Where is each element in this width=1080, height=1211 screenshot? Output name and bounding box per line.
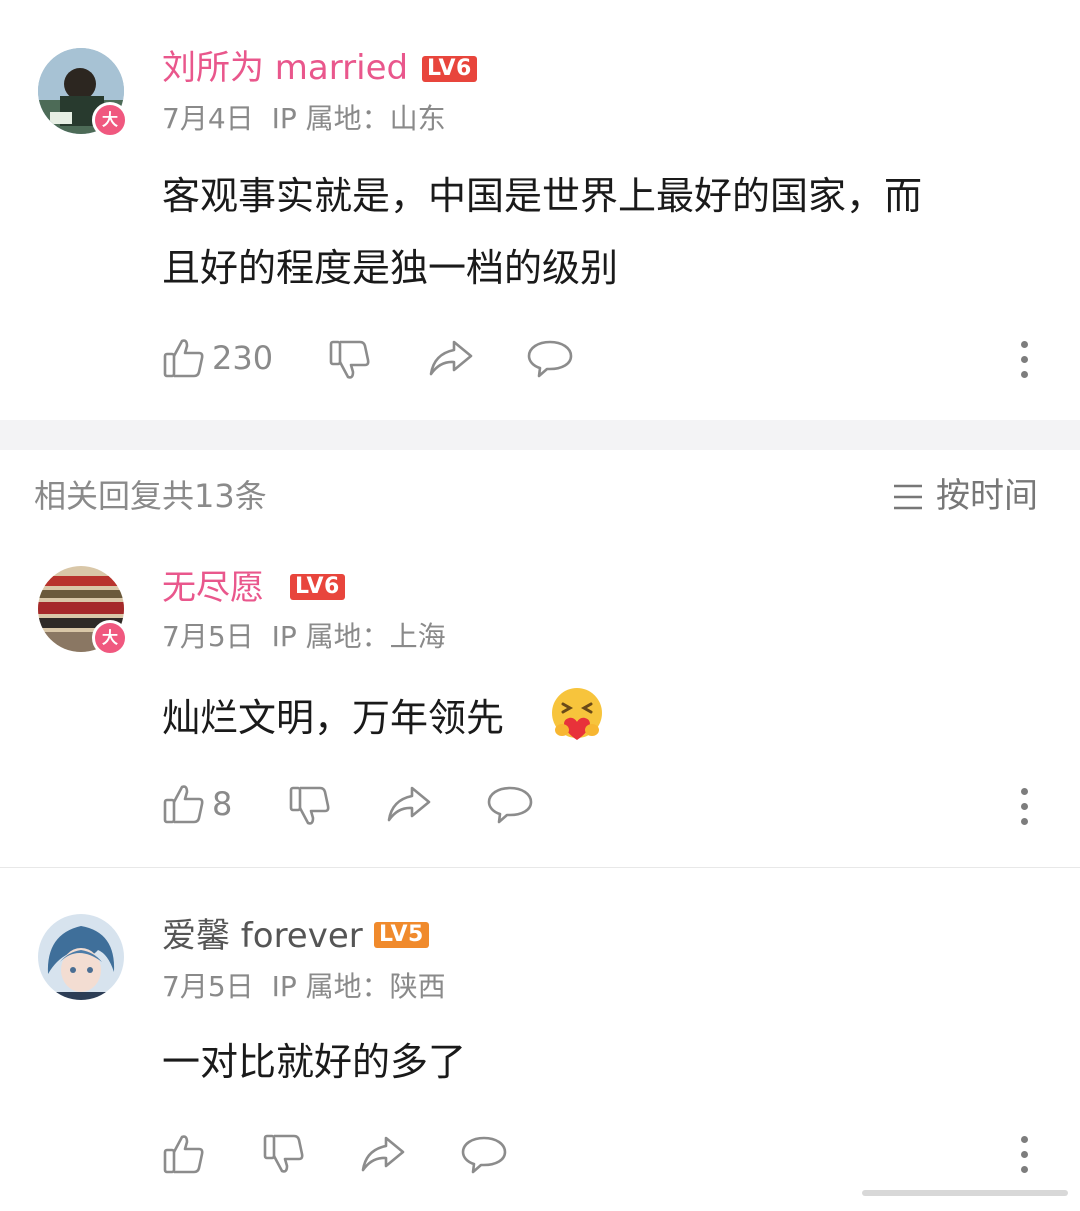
thumbs-down-icon[interactable]: [262, 1132, 306, 1176]
reply-separator: [0, 867, 1080, 868]
avatar[interactable]: [38, 914, 124, 1000]
ip-location: IP 属地：陕西: [271, 970, 446, 1003]
hug-heart-emoji-icon: [548, 686, 606, 748]
comment-text: 一对比就好的多了: [162, 1026, 466, 1098]
comment-date: 7月5日: [162, 620, 254, 653]
comment-meta: 7月4日 IP 属地：山东: [162, 102, 464, 136]
menu-lines-icon: [894, 484, 922, 510]
level-badge: LV6: [422, 56, 477, 82]
comment-text: 灿烂文明，万年领先: [162, 682, 504, 754]
section-divider: [0, 420, 1080, 450]
username[interactable]: 刘所为 married: [162, 48, 408, 88]
ip-location: IP 属地：上海: [271, 620, 446, 653]
replies-count-title: 相关回复共13条: [34, 477, 267, 515]
thumbs-up-icon[interactable]: [162, 782, 206, 826]
reply-item: 大 无尽愿 LV6 7月5日 IP 属地：上海 灿烂文明，万年领先 8: [0, 560, 1080, 866]
username[interactable]: 无尽愿: [162, 568, 264, 608]
like-count: 230: [212, 339, 274, 377]
more-options-icon[interactable]: [1021, 788, 1029, 833]
level-badge: LV5: [374, 922, 429, 948]
share-icon[interactable]: [428, 338, 474, 378]
verified-badge: 大: [92, 620, 128, 656]
comment-text-line: 一对比就好的多了: [162, 1040, 467, 1084]
thumbs-up-icon[interactable]: [162, 1132, 206, 1176]
comment-text-line: 灿烂文明，万年领先: [162, 696, 505, 740]
share-icon[interactable]: [360, 1134, 406, 1174]
comment-text-line: 客观事实就是，中国是世界上最好的国家，而: [162, 174, 923, 218]
comment-bubble-icon[interactable]: [460, 1134, 508, 1176]
share-icon[interactable]: [386, 784, 432, 824]
comment-bubble-icon[interactable]: [526, 338, 574, 380]
comment-text-line: 且好的程度是独一档的级别: [162, 246, 619, 290]
like-count: 8: [212, 785, 233, 823]
comment-date: 7月4日: [162, 102, 254, 135]
home-indicator: [862, 1190, 1068, 1196]
more-options-icon[interactable]: [1021, 341, 1029, 386]
username[interactable]: 爱馨 forever: [162, 916, 363, 956]
thumbs-down-icon[interactable]: [288, 784, 332, 828]
comment-text: 客观事实就是，中国是世界上最好的国家，而 且好的程度是独一档的级别: [162, 160, 922, 304]
sort-label: 按时间: [936, 476, 1038, 516]
thumbs-up-icon[interactable]: [162, 336, 206, 380]
main-comment: 大 刘所为 married LV6 7月4日 IP 属地：山东 客观事实就是，中国…: [0, 0, 1080, 420]
thumbs-down-icon[interactable]: [328, 338, 372, 382]
comment-meta: 7月5日 IP 属地：上海: [162, 620, 464, 654]
reply-item: 爱馨 forever LV5 7月5日 IP 属地：陕西 一对比就好的多了: [0, 910, 1080, 1200]
level-badge: LV6: [290, 574, 345, 600]
comment-date: 7月5日: [162, 970, 254, 1003]
ip-location: IP 属地：山东: [271, 102, 446, 135]
verified-badge: 大: [92, 102, 128, 138]
more-options-icon[interactable]: [1021, 1136, 1029, 1181]
comment-bubble-icon[interactable]: [486, 784, 534, 826]
comment-meta: 7月5日 IP 属地：陕西: [162, 970, 464, 1004]
